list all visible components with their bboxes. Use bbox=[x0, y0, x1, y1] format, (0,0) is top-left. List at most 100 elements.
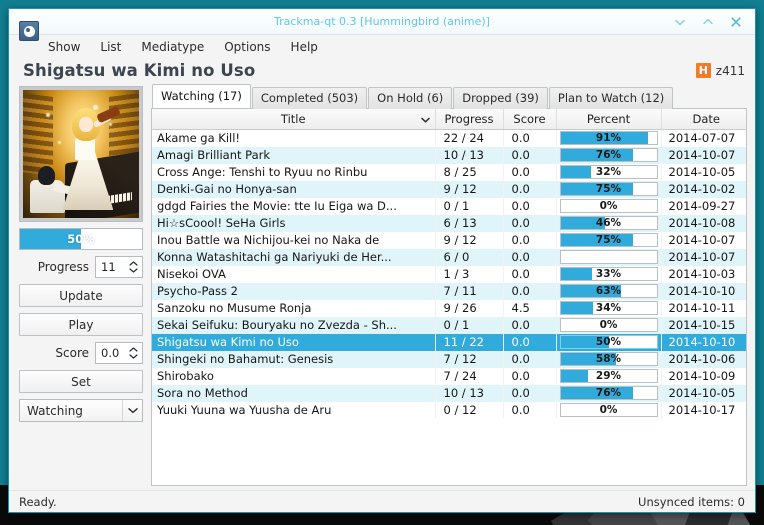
cell-title: Amagi Brilliant Park bbox=[152, 146, 436, 164]
percent-progress-bar: 34% bbox=[559, 301, 658, 315]
table-row[interactable]: Shigatsu wa Kimi no Uso 11 / 22 0.0 50% 2014… bbox=[152, 333, 746, 351]
chevron-down-icon[interactable] bbox=[122, 400, 138, 421]
percent-label bbox=[561, 251, 657, 263]
column-header-title[interactable]: Title bbox=[152, 109, 436, 130]
cell-percent: 76% bbox=[556, 384, 662, 402]
tab-completed[interactable]: Completed (503) bbox=[251, 87, 368, 109]
percent-progress-bar: 29% bbox=[559, 369, 658, 383]
cell-score: 0.0 bbox=[503, 367, 557, 385]
menu-item-options[interactable]: Options bbox=[215, 37, 279, 57]
table-row[interactable]: Hi☆sCoool! SeHa Girls 6 / 13 0.0 46% 2014-10… bbox=[152, 214, 746, 232]
cell-score: 0.0 bbox=[503, 384, 557, 402]
status-tabs: Watching (17) Completed (503) On Hold (6… bbox=[151, 84, 747, 109]
app-icon-glyph bbox=[23, 25, 35, 37]
cell-date: 2014-10-10 bbox=[661, 282, 746, 300]
percent-progress-bar: 0% bbox=[559, 318, 658, 332]
stepper-arrows-icon[interactable] bbox=[129, 347, 138, 359]
menu-item-help[interactable]: Help bbox=[282, 37, 327, 57]
table-row[interactable]: Akame ga Kill! 22 / 24 0.0 91% 2014-07-07 bbox=[152, 129, 746, 147]
table-row[interactable]: Shingeki no Bahamut: Genesis 7 / 12 0.0 58%… bbox=[152, 350, 746, 368]
tab-plan-to-watch[interactable]: Plan to Watch (12) bbox=[548, 87, 674, 109]
cell-score: 0.0 bbox=[503, 214, 557, 232]
window-title: Trackma-qt 0.3 [Hummingbird (anime)] bbox=[274, 15, 490, 28]
cell-title: Shigatsu wa Kimi no Uso bbox=[152, 333, 436, 351]
cell-title: Sekai Seifuku: Bouryaku no Zvezda - Sh..… bbox=[152, 316, 436, 334]
cell-progress: 6 / 13 bbox=[435, 214, 504, 232]
column-header-score[interactable]: Score bbox=[503, 109, 557, 130]
cover-sparkle bbox=[57, 141, 61, 145]
cell-score: 0.0 bbox=[503, 146, 557, 164]
cover-image-frame[interactable] bbox=[19, 86, 143, 222]
progress-stepper[interactable]: 11 bbox=[95, 256, 143, 278]
play-button[interactable]: Play bbox=[19, 313, 143, 336]
status-select[interactable]: Watching bbox=[19, 399, 143, 422]
cell-score: 0.0 bbox=[503, 129, 557, 147]
table-row[interactable]: Nisekoi OVA 1 / 3 0.0 33% 2014-10-03 bbox=[152, 265, 746, 283]
cell-title: Denki-Gai no Honya-san bbox=[152, 180, 436, 198]
menu-bar: Show List Mediatype Options Help bbox=[9, 35, 755, 59]
cell-progress: 8 / 25 bbox=[435, 163, 504, 181]
cell-title: Yuuki Yuuna wa Yuusha de Aru bbox=[152, 401, 436, 419]
percent-label: 75% bbox=[595, 183, 622, 195]
table-row[interactable]: Inou Battle wa Nichijou-kei no Naka de 9 … bbox=[152, 231, 746, 249]
column-header-percent[interactable]: Percent bbox=[556, 109, 662, 130]
cell-score: 0.0 bbox=[503, 248, 557, 266]
cell-date: 2014-10-05 bbox=[661, 163, 746, 181]
table-row[interactable]: Psycho-Pass 27 / 11 0.0 63% 2014-10-10 bbox=[152, 282, 746, 300]
menu-item-show[interactable]: Show bbox=[39, 37, 89, 57]
cell-progress: 10 / 13 bbox=[435, 384, 504, 402]
cell-date: 2014-10-07 bbox=[661, 231, 746, 249]
progress-field-row: Progress 11 bbox=[19, 256, 143, 278]
update-button[interactable]: Update bbox=[19, 284, 143, 307]
table-row[interactable]: Cross Ange: Tenshi to Ryuu no Rinbu 8 / 2… bbox=[152, 163, 746, 181]
menu-item-mediatype[interactable]: Mediatype bbox=[132, 37, 213, 57]
table-row[interactable]: Shirobako 7 / 24 0.0 29% 2014-10-09 bbox=[152, 367, 746, 385]
column-header-progress[interactable]: Progress bbox=[435, 109, 504, 130]
maximize-button[interactable] bbox=[701, 15, 715, 29]
table-row[interactable]: Amagi Brilliant Park 10 / 13 0.0 76% 2014-10… bbox=[152, 146, 746, 164]
table-row[interactable]: Yuuki Yuuna wa Yuusha de Aru 0 / 12 0.0 0% 2… bbox=[152, 401, 746, 419]
cell-title: Hi☆sCoool! SeHa Girls bbox=[152, 214, 436, 232]
percent-progress-bar: 32% bbox=[559, 165, 658, 179]
close-button[interactable] bbox=[729, 15, 743, 29]
table-row[interactable]: Denki-Gai no Honya-san 9 / 12 0.0 75% 2014-1… bbox=[152, 180, 746, 198]
percent-progress-bar: 75% bbox=[559, 182, 658, 196]
stepper-arrows-icon[interactable] bbox=[129, 261, 138, 273]
cell-title: Psycho-Pass 2 bbox=[152, 282, 436, 300]
table-row[interactable]: Sanzoku no Musume Ronja 9 / 26 4.5 34% 2014-… bbox=[152, 299, 746, 317]
tab-dropped[interactable]: Dropped (39) bbox=[453, 87, 548, 109]
cell-percent: 0% bbox=[556, 401, 662, 419]
tab-on-hold[interactable]: On Hold (6) bbox=[368, 87, 453, 109]
cell-title: Inou Battle wa Nichijou-kei no Naka de bbox=[152, 231, 436, 249]
percent-progress-bar: 0% bbox=[559, 403, 658, 417]
cell-percent: 0% bbox=[556, 197, 662, 215]
cell-percent: 58% bbox=[556, 350, 662, 368]
cell-progress: 22 / 24 bbox=[435, 129, 504, 147]
table-row[interactable]: Konna Watashitachi ga Nariyuki de Her...… bbox=[152, 248, 746, 266]
table-header: Title Progress Score Percent Date bbox=[152, 109, 746, 130]
cell-percent: 91% bbox=[556, 129, 662, 147]
account-area[interactable]: H z411 bbox=[695, 63, 745, 80]
table-row[interactable]: gdgd Fairies the Movie: tte Iu Eiga wa D… bbox=[152, 197, 746, 215]
cell-progress: 7 / 12 bbox=[435, 350, 504, 368]
column-header-date[interactable]: Date bbox=[661, 109, 746, 130]
anime-table: Title Progress Score Percent Date Akame … bbox=[152, 109, 746, 419]
cell-title: Nisekoi OVA bbox=[152, 265, 436, 283]
percent-progress-bar: 63% bbox=[559, 284, 658, 298]
cell-score: 0.0 bbox=[503, 163, 557, 181]
cell-score: 0.0 bbox=[503, 231, 557, 249]
set-button[interactable]: Set bbox=[19, 370, 143, 393]
percent-label: 58% bbox=[595, 353, 622, 365]
minimize-button[interactable] bbox=[673, 15, 687, 29]
percent-label: 76% bbox=[595, 387, 622, 399]
app-icon bbox=[19, 21, 39, 41]
table-row[interactable]: Sora no Method 10 / 13 0.0 76% 2014-10-05 bbox=[152, 384, 746, 402]
table-row[interactable]: Sekai Seifuku: Bouryaku no Zvezda - Sh..… bbox=[152, 316, 746, 334]
cell-date: 2014-10-05 bbox=[661, 384, 746, 402]
menu-item-list[interactable]: List bbox=[91, 37, 130, 57]
percent-label: 0% bbox=[599, 404, 618, 416]
score-stepper[interactable]: 0.0 bbox=[95, 342, 143, 364]
percent-label: 75% bbox=[595, 234, 622, 246]
tab-watching[interactable]: Watching (17) bbox=[152, 84, 251, 108]
cell-percent: 75% bbox=[556, 180, 662, 198]
